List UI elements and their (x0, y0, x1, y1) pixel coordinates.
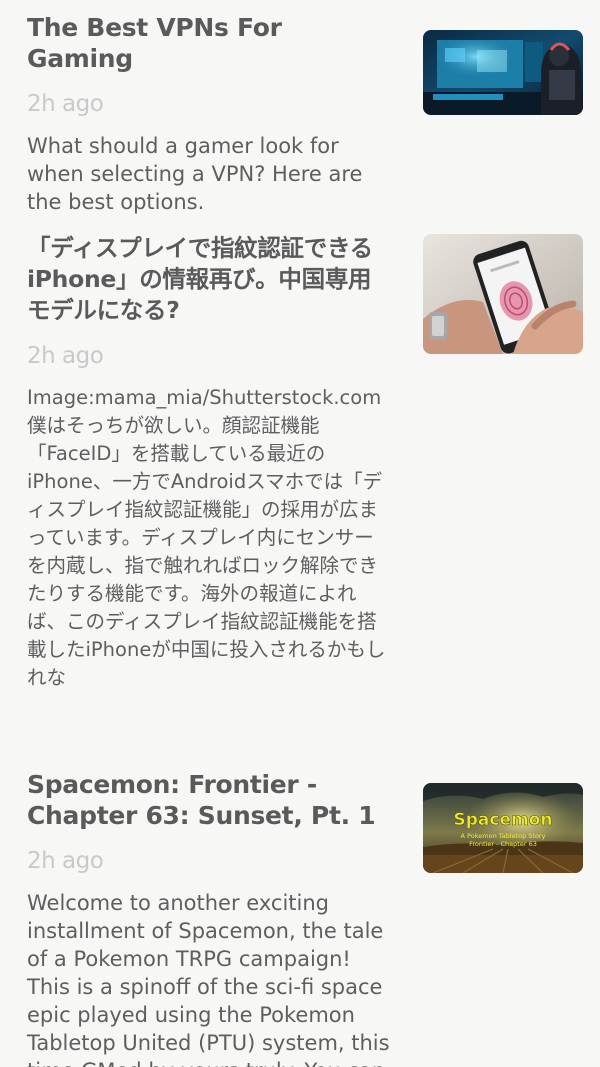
article-item[interactable]: 「ディスプレイで指紋認証できるiPhone」の情報再び。中国専用モデルになる? … (0, 215, 600, 760)
fingerprint-phone-image[interactable] (423, 234, 583, 354)
spacemon-cover-graphic: Spacemon A Pokemon Tabletop Story Fronti… (423, 783, 583, 873)
spacemon-subtitle-line2: Frontier - Chapter 63 (469, 840, 537, 848)
article-title[interactable]: The Best VPNs For Gaming (27, 12, 392, 74)
article-timestamp: 2h ago (27, 91, 104, 117)
article-text-block: The Best VPNs For Gaming 2h ago What sho… (27, 12, 392, 216)
article-item[interactable]: Spacemon: Frontier - Chapter 63: Sunset,… (0, 760, 600, 1067)
gaming-setup-image[interactable] (423, 30, 583, 115)
article-summary: Image:mama_mia/Shutterstock.com 僕はそっちが欲し… (27, 386, 386, 689)
article-text-block: 「ディスプレイで指紋認証できるiPhone」の情報再び。中国専用モデルになる? … (27, 233, 392, 692)
article-title[interactable]: Spacemon: Frontier - Chapter 63: Sunset,… (27, 769, 392, 831)
gaming-setup-graphic (423, 30, 583, 115)
article-timestamp: 2h ago (27, 848, 104, 874)
news-feed: The Best VPNs For Gaming 2h ago What sho… (0, 0, 600, 1067)
fingerprint-phone-graphic (423, 234, 583, 354)
article-text-block: Spacemon: Frontier - Chapter 63: Sunset,… (27, 769, 392, 1067)
spacemon-logo-text: Spacemon (454, 810, 553, 830)
article-title[interactable]: 「ディスプレイで指紋認証できるiPhone」の情報再び。中国専用モデルになる? (27, 233, 392, 326)
article-item[interactable]: The Best VPNs For Gaming 2h ago What sho… (0, 0, 600, 214)
article-timestamp: 2h ago (27, 343, 104, 369)
article-summary: Welcome to another exciting installment … (27, 891, 390, 1067)
spacemon-cover-image[interactable]: Spacemon A Pokemon Tabletop Story Fronti… (423, 783, 583, 873)
article-summary: What should a gamer look for when select… (27, 134, 363, 214)
spacemon-subtitle-line1: A Pokemon Tabletop Story (461, 832, 546, 840)
